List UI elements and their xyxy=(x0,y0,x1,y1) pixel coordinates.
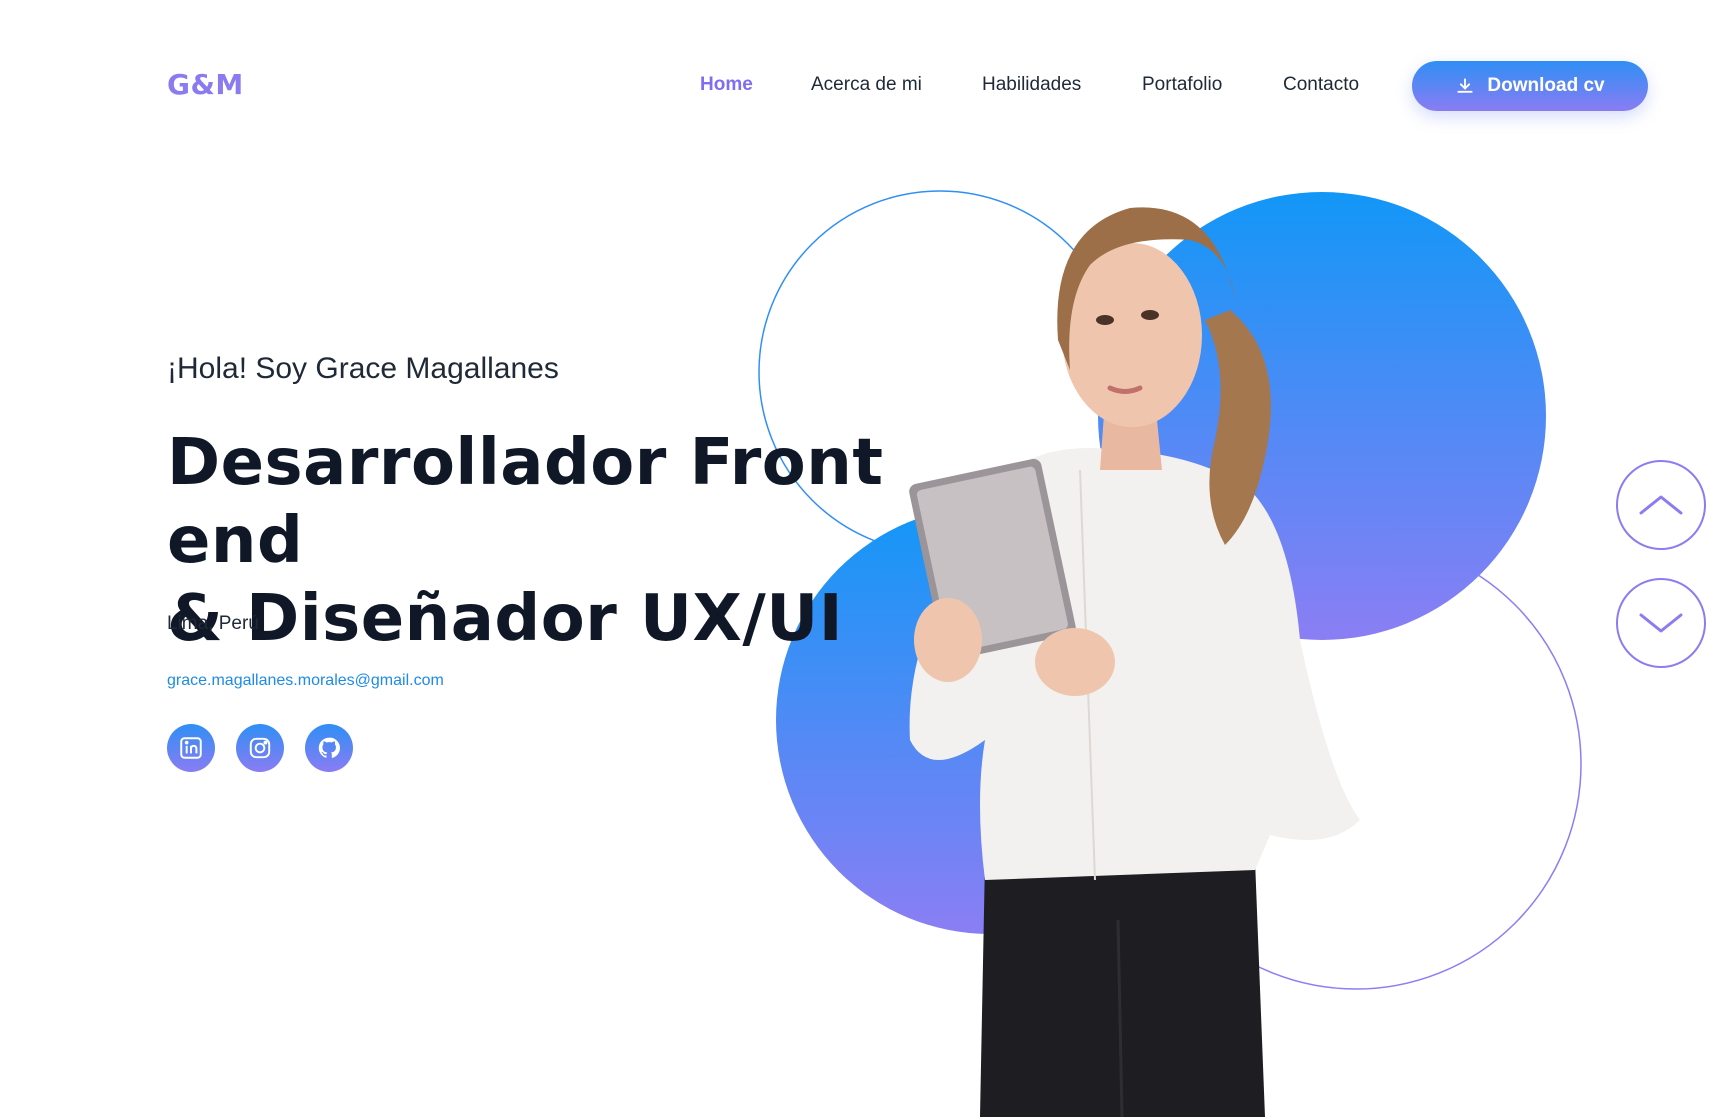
hero-title: Desarrollador Front end & Diseñador UX/U… xyxy=(167,424,1027,658)
hero-title-line-2: & Diseñador UX/UI xyxy=(167,582,843,656)
download-icon xyxy=(1457,78,1473,93)
scroll-down-button[interactable] xyxy=(1616,578,1706,668)
nav-item-acerca-de-mi[interactable]: Acerca de mi xyxy=(811,74,922,96)
location-text: Lima, Perú xyxy=(167,613,259,634)
nav-item-portafolio[interactable]: Portafolio xyxy=(1142,74,1222,96)
instagram-icon xyxy=(249,737,271,759)
github-button[interactable] xyxy=(305,724,353,772)
download-cv-label: Download cv xyxy=(1487,75,1605,96)
linkedin-button[interactable] xyxy=(167,724,215,772)
email-link[interactable]: grace.magallanes.morales@gmail.com xyxy=(167,672,444,690)
nav-item-habilidades[interactable]: Habilidades xyxy=(982,74,1081,96)
instagram-button[interactable] xyxy=(236,724,284,772)
download-cv-button[interactable]: Download cv xyxy=(1412,61,1648,111)
nav-item-contacto[interactable]: Contacto xyxy=(1283,74,1359,96)
scroll-up-button[interactable] xyxy=(1616,460,1706,550)
chevron-down-icon xyxy=(1639,613,1683,633)
nav-item-home[interactable]: Home xyxy=(700,74,753,96)
hero-title-line-1: Desarrollador Front end xyxy=(167,426,884,578)
chevron-up-icon xyxy=(1639,495,1683,515)
github-icon xyxy=(318,737,340,758)
brand-logo[interactable]: G&M xyxy=(167,68,244,101)
linkedin-icon xyxy=(180,737,202,759)
hero-greeting: ¡Hola! Soy Grace Magallanes xyxy=(167,352,559,385)
